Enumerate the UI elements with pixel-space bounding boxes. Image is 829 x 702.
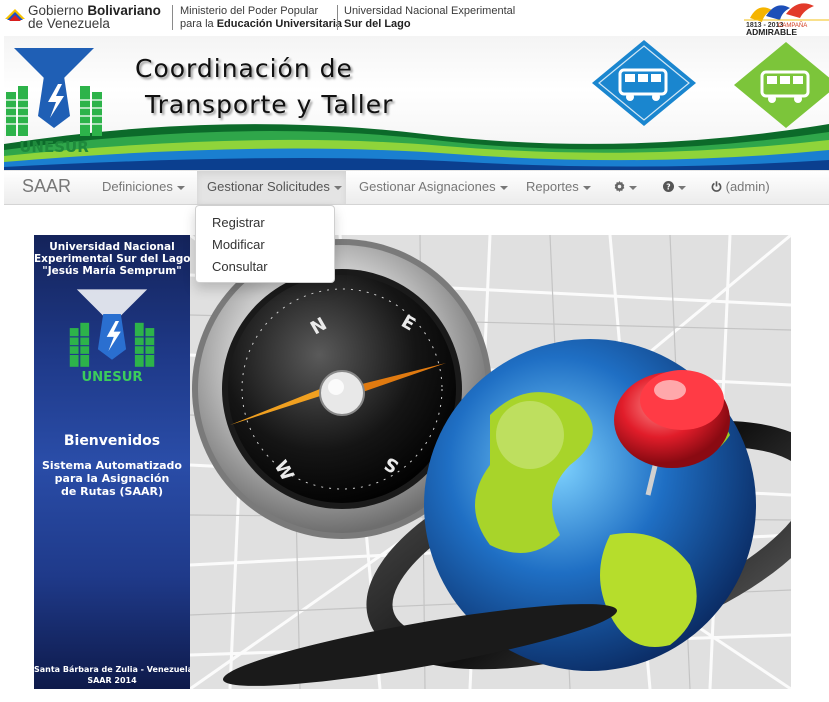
menu-item-registrar[interactable]: Registrar	[212, 215, 265, 230]
nav-user[interactable]: (admin)	[701, 171, 780, 204]
ministerio-line1: Ministerio del Poder Popular	[180, 5, 319, 17]
logo-text: UNESUR	[19, 138, 89, 156]
welcome-heading: Bienvenidos	[63, 433, 161, 449]
welcome-panel: Universidad Nacional Experimental Sur de…	[34, 235, 193, 689]
nav-label: Reportes	[526, 179, 579, 194]
menu-item-consultar[interactable]: Consultar	[212, 259, 268, 274]
main-navbar: SAAR Definiciones Gestionar Solicitudes …	[4, 170, 829, 205]
caret-down-icon	[582, 185, 591, 190]
university-name-line2: Experimental Sur del Lago	[34, 253, 191, 265]
bus-diamond-icon-blue	[592, 40, 696, 126]
nav-label: Gestionar Asignaciones	[359, 179, 496, 194]
nav-help[interactable]: ?	[653, 171, 696, 204]
header-divider	[337, 5, 338, 30]
campana-admirable-logo: 1813 - 2013 CAMPAÑA ADMIRABLE	[744, 3, 829, 36]
venezuela-flag-icon	[5, 9, 25, 21]
nav-gestionar-solicitudes[interactable]: Gestionar Solicitudes	[197, 171, 346, 204]
nav-label: Definiciones	[102, 179, 173, 194]
university-name-line3: "Jesús María Semprum"	[42, 265, 182, 277]
nav-label: Gestionar Solicitudes	[207, 179, 330, 194]
welcome-image: Universidad Nacional Experimental Sur de…	[34, 235, 791, 689]
nav-definiciones[interactable]: Definiciones	[92, 171, 195, 204]
university-name-line1: Universidad Nacional	[49, 241, 175, 253]
logo-text: UNESUR	[81, 370, 142, 385]
bus-diamond-icon-green	[734, 42, 829, 128]
gobierno-line2: de Venezuela	[28, 16, 110, 31]
header-divider	[172, 5, 173, 30]
banner-swoosh	[4, 124, 829, 170]
system-name-line2: para la Asignación	[54, 472, 170, 485]
user-label: (admin)	[725, 179, 770, 194]
caret-down-icon	[678, 185, 686, 190]
unesur-logo: UNESUR	[6, 48, 102, 156]
illustration-svg: N E S W	[189, 235, 791, 689]
nav-gestionar-asignaciones[interactable]: Gestionar Asignaciones	[349, 171, 518, 204]
gear-icon	[614, 181, 625, 192]
system-name-line3: de Rutas (SAAR)	[61, 485, 163, 498]
power-icon	[711, 181, 722, 192]
caret-down-icon	[333, 185, 342, 190]
caret-down-icon	[629, 185, 637, 190]
universidad-line2: Sur del Lago	[344, 18, 411, 30]
nav-settings[interactable]	[604, 171, 647, 204]
campaign-label: ADMIRABLE	[746, 27, 797, 36]
svg-text:?: ?	[666, 182, 670, 191]
government-header: Gobierno Bolivariano de Venezuela Minist…	[0, 0, 829, 36]
universidad-line1: Universidad Nacional Experimental	[344, 5, 516, 17]
menu-item-modificar[interactable]: Modificar	[212, 237, 265, 252]
nav-reportes[interactable]: Reportes	[516, 171, 601, 204]
unesur-panel-logo: UNESUR	[69, 289, 155, 385]
system-name-line1: Sistema Automatizado	[41, 459, 182, 472]
question-circle-icon: ?	[663, 181, 674, 192]
caret-down-icon	[499, 185, 508, 190]
caret-down-icon	[176, 185, 185, 190]
footer-location: Santa Bárbara de Zulia - Venezuela	[34, 665, 193, 674]
ministerio-line2: para la Educación Universitaria	[180, 18, 343, 30]
compass-globe-illustration: N E S W	[189, 235, 791, 689]
navbar-brand[interactable]: SAAR	[22, 176, 71, 197]
solicitudes-dropdown-menu: Registrar Modificar Consultar	[195, 205, 335, 283]
banner-title-line1: Coordinación de	[135, 54, 353, 83]
page-banner: UNESUR Coordinación de Transporte y Tall…	[4, 36, 829, 170]
footer-copyright: SAAR 2014	[87, 676, 137, 685]
banner-title-line2: Transporte y Taller	[145, 90, 394, 119]
